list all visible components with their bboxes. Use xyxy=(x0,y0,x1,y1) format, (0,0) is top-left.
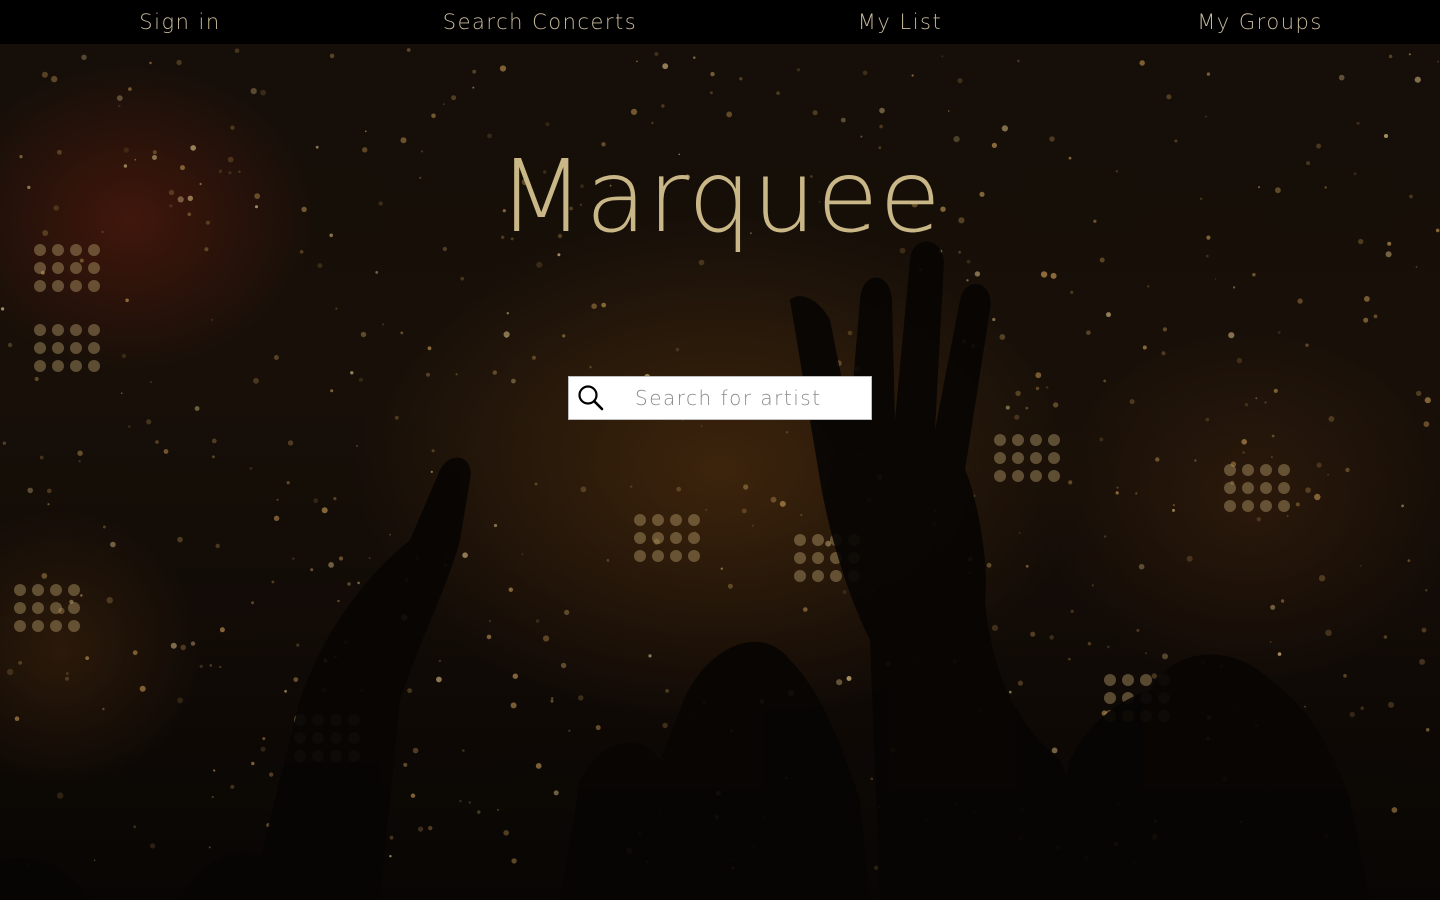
artist-search-input[interactable] xyxy=(613,378,871,418)
brand-title: Marquee xyxy=(498,138,942,255)
artist-search-box xyxy=(568,376,872,420)
nav-sign-in[interactable]: Sign in xyxy=(0,0,360,44)
nav-my-groups[interactable]: My Groups xyxy=(1080,0,1440,44)
top-navbar: Sign in Search Concerts My List My Group… xyxy=(0,0,1440,44)
nav-search-concerts[interactable]: Search Concerts xyxy=(360,0,720,44)
search-icon[interactable] xyxy=(569,377,613,419)
nav-my-list[interactable]: My List xyxy=(720,0,1080,44)
page: Sign in Search Concerts My List My Group… xyxy=(0,0,1440,900)
